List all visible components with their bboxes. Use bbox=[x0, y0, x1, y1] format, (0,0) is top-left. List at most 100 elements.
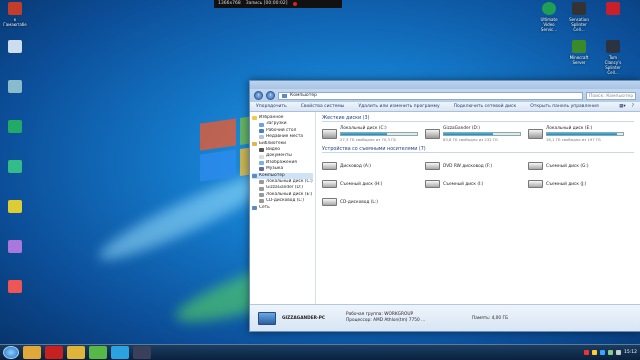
removable-drive-item[interactable]: Съемный диск (G:) bbox=[528, 157, 631, 175]
address-bar[interactable]: Компьютер bbox=[278, 91, 583, 100]
desktop-icon[interactable] bbox=[2, 40, 28, 55]
skype-icon[interactable] bbox=[111, 346, 129, 359]
removable-drive-icon bbox=[425, 162, 440, 170]
app-icon bbox=[8, 240, 22, 253]
removable-drive-item[interactable]: Съемный диск (H:) bbox=[322, 175, 425, 193]
app-icon bbox=[8, 80, 22, 93]
desktop-icon[interactable] bbox=[2, 80, 28, 95]
removable-drive-name: DVD RW дисковод (F:) bbox=[443, 163, 493, 169]
desktop-icon[interactable] bbox=[2, 200, 28, 215]
removable-drive-icon bbox=[425, 180, 440, 188]
hard-disk-name: Локальный диск (E:) bbox=[546, 126, 593, 131]
folder-icon bbox=[259, 129, 264, 134]
record-icon[interactable] bbox=[292, 2, 297, 6]
tray-icon[interactable] bbox=[584, 350, 590, 355]
desktop-icon[interactable]: Minecraft Server bbox=[566, 40, 592, 65]
desktop-icon[interactable]: к Гамаютабе bbox=[2, 2, 28, 27]
removable-drive-item[interactable]: CD-дисковод (L:) bbox=[322, 193, 425, 211]
desktop-icon[interactable] bbox=[2, 160, 28, 175]
usage-bar bbox=[340, 132, 418, 136]
removable-drive-icon bbox=[528, 162, 543, 170]
map-network-drive-button[interactable]: Подключить сетевой диск bbox=[454, 104, 517, 109]
usage-bar bbox=[546, 132, 624, 136]
desktop-icon[interactable]: Ultimate Video Servic... bbox=[536, 2, 562, 32]
open-control-panel-button[interactable]: Открыть панель управления bbox=[530, 104, 598, 109]
chrome-icon[interactable] bbox=[67, 346, 85, 359]
removable-drive-name: Съемный диск (J:) bbox=[546, 181, 587, 187]
tray-icon[interactable] bbox=[600, 350, 606, 355]
hard-disk-free-space: 16,1 ГБ свободно из 197 ГБ bbox=[546, 137, 601, 142]
opera-icon[interactable] bbox=[45, 346, 63, 359]
app-icon bbox=[8, 40, 22, 53]
hard-disk-item[interactable]: GizzaGander (D:) 83,8 ГБ свободно из 232 … bbox=[425, 126, 528, 144]
desktop-icon[interactable]: Tom Clancy's Splinter Cell... bbox=[600, 40, 626, 75]
desktop-icon[interactable] bbox=[2, 120, 28, 135]
cpu-label: Процессор: bbox=[346, 318, 372, 323]
app-icon bbox=[8, 200, 22, 213]
hard-disk-icon bbox=[528, 129, 543, 139]
help-icon[interactable]: ? bbox=[632, 104, 634, 109]
removable-drive-item[interactable]: Дисковод (A:) bbox=[322, 157, 425, 175]
removable-grid: Дисковод (A:) DVD RW дисковод (F:) Съемный… bbox=[322, 157, 634, 211]
hard-disks-header[interactable]: Жесткие диски (3) bbox=[322, 115, 634, 122]
hard-disks-grid: Локальный диск (C:) 27,3 ГБ свободно из 7… bbox=[322, 126, 634, 144]
clock[interactable]: 15:12 bbox=[624, 350, 637, 355]
desktop-icon[interactable] bbox=[2, 240, 28, 255]
folder-icon bbox=[259, 167, 264, 172]
utorrent-icon[interactable] bbox=[89, 346, 107, 359]
desktop-icon[interactable] bbox=[2, 280, 28, 295]
folder-icon bbox=[259, 122, 264, 127]
removable-drive-item[interactable]: DVD RW дисковод (F:) bbox=[425, 157, 528, 175]
folder-icon bbox=[252, 116, 257, 121]
back-button[interactable]: ‹ bbox=[254, 91, 263, 100]
hard-disk-free-space: 83,8 ГБ свободно из 232 ГБ bbox=[443, 137, 498, 142]
app-icon bbox=[572, 2, 586, 15]
media-icon[interactable] bbox=[133, 346, 151, 359]
system-properties-button[interactable]: Свойства системы bbox=[301, 104, 345, 109]
navigation-pane: Избранное Загрузки Рабочий стол Недавние ме… bbox=[250, 112, 316, 304]
recording-bar[interactable]: 1366x768 Запись [00:00:02] bbox=[214, 0, 342, 8]
pc-name: GIZZAGANDER-PC bbox=[282, 315, 326, 321]
start-button[interactable] bbox=[3, 346, 19, 359]
workgroup-value: WORKGROUP bbox=[384, 312, 414, 317]
address-row: ‹ › Компьютер Поиск: Компьютер bbox=[250, 89, 640, 102]
hard-disk-item[interactable]: Локальный диск (C:) 27,3 ГБ свободно из 7… bbox=[322, 126, 425, 144]
title-bar[interactable] bbox=[250, 81, 640, 89]
tray-icon[interactable] bbox=[592, 350, 598, 355]
hard-disk-item[interactable]: Локальный диск (E:) 16,1 ГБ свободно из 1… bbox=[528, 126, 631, 144]
folder-icon bbox=[252, 205, 257, 210]
forward-button[interactable]: › bbox=[266, 91, 275, 100]
removable-drive-name: Съемный диск (H:) bbox=[340, 181, 383, 187]
removable-drive-icon bbox=[322, 162, 337, 170]
app-icon bbox=[8, 160, 22, 173]
search-input[interactable]: Поиск: Компьютер bbox=[586, 91, 636, 100]
nav-item[interactable]: Сеть bbox=[252, 205, 313, 211]
system-tray: 15:12 bbox=[584, 350, 637, 355]
app-icon bbox=[606, 2, 620, 15]
usage-fill bbox=[547, 133, 617, 135]
removable-drive-icon bbox=[322, 198, 337, 206]
cpu-value: AMD Athlon(tm) 7750 ... bbox=[373, 318, 426, 323]
usage-fill bbox=[341, 133, 388, 135]
app-icon bbox=[8, 2, 22, 15]
organize-button[interactable]: Упорядочить bbox=[256, 104, 287, 109]
view-options-icon[interactable]: ▦▾ bbox=[619, 104, 626, 109]
uninstall-program-button[interactable]: Удалить или изменить программу bbox=[358, 104, 439, 109]
removable-drive-name: Дисковод (A:) bbox=[340, 163, 371, 169]
folder-icon bbox=[259, 193, 264, 198]
removable-drive-icon bbox=[322, 180, 337, 188]
removable-header[interactable]: Устройства со съемными носителями (7) bbox=[322, 146, 634, 153]
volume-icon[interactable] bbox=[616, 350, 622, 355]
hard-disk-free-space: 27,3 ГБ свободно из 70,3 ГБ bbox=[340, 137, 397, 142]
removable-drive-item[interactable]: Съемный диск (I:) bbox=[425, 175, 528, 193]
usage-bar bbox=[443, 132, 521, 136]
computer-icon bbox=[258, 311, 276, 325]
folder-icon bbox=[259, 135, 264, 140]
folder-icon bbox=[252, 173, 257, 178]
explorer-icon[interactable] bbox=[23, 346, 41, 359]
explorer-window[interactable]: ‹ › Компьютер Поиск: Компьютер Упорядочи… bbox=[249, 80, 640, 332]
desktop-icon[interactable]: Sensation Splinter Cell... bbox=[566, 2, 592, 32]
desktop-icon[interactable] bbox=[600, 2, 626, 17]
removable-drive-item[interactable]: Съемный диск (J:) bbox=[528, 175, 631, 193]
network-icon[interactable] bbox=[608, 350, 614, 355]
